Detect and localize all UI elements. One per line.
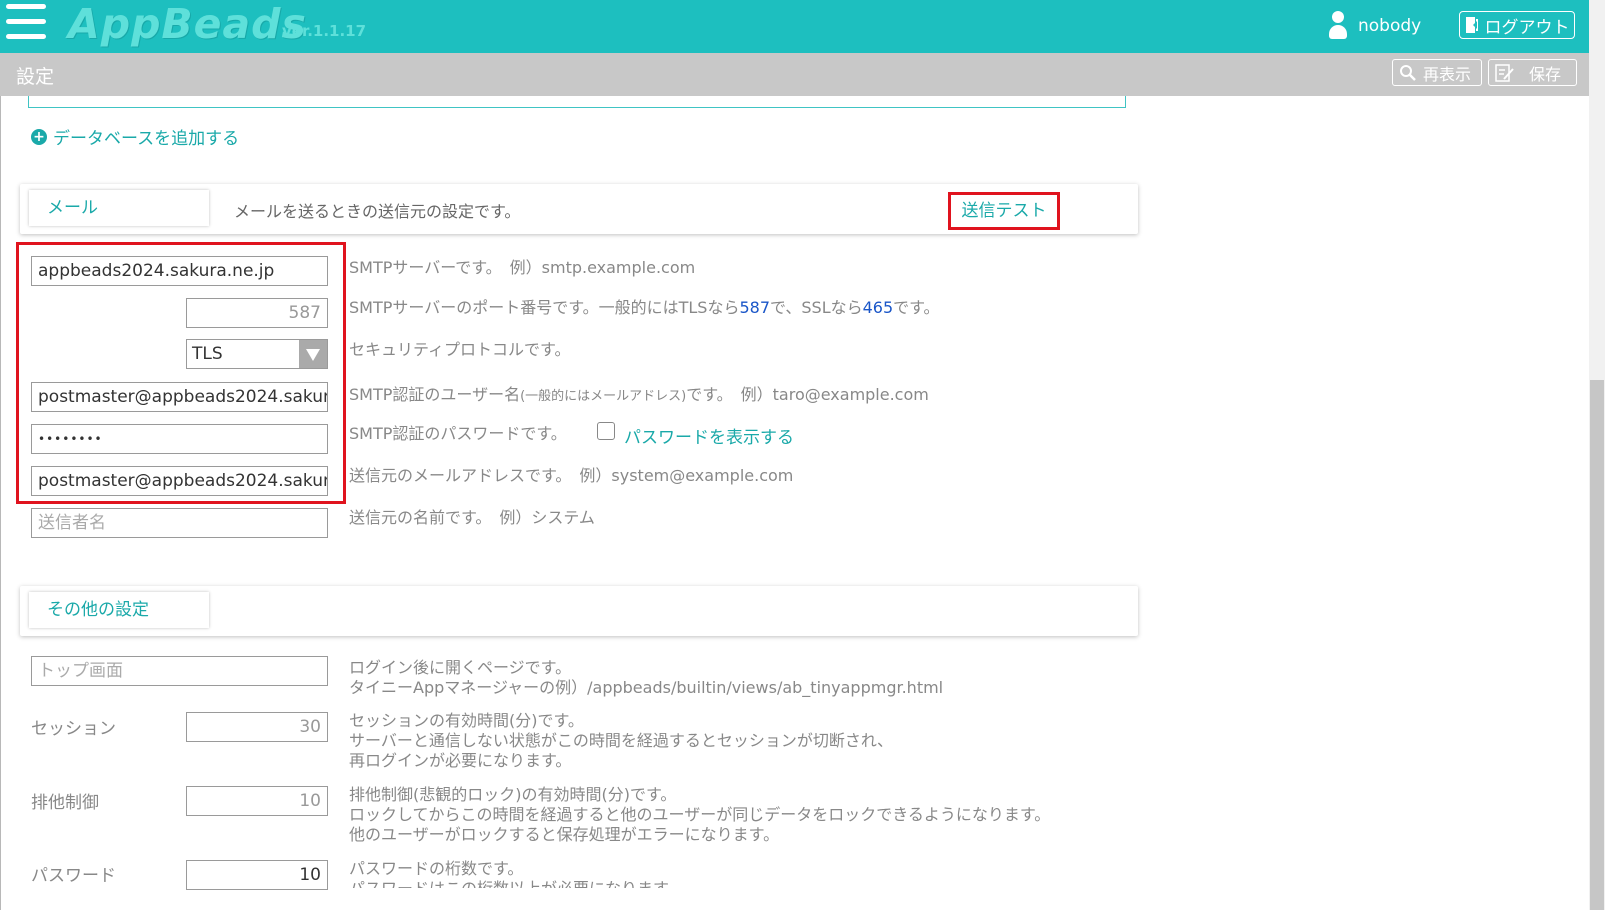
send-test-button[interactable]: 送信テスト [948,192,1060,230]
lock-description-2: ロックしてからこの時間を経過すると他のユーザーが同じデータをロックできるようにな… [349,805,1051,824]
session-description-1: セッションの有効時間(分)です。 [349,711,584,730]
show-password-label[interactable]: パスワードを表示する [624,423,794,448]
lock-input[interactable]: 10 [186,786,328,816]
user-name: nobody [1358,16,1422,36]
protocol-select[interactable]: TLS [186,339,328,369]
other-settings-section-header: その他の設定 [20,586,1138,636]
from-address-input[interactable]: postmaster@appbeads2024.sakura. [31,466,328,496]
database-panel [28,96,1126,108]
password-length-input[interactable]: 10 [186,860,328,890]
session-label: セッション [31,719,116,739]
user-icon [1328,11,1348,41]
hamburger-menu-icon[interactable] [6,4,46,42]
edit-icon [1495,63,1514,82]
from-name-description: 送信元の名前です。 例）システム [349,508,595,527]
password-length-label: パスワード [31,866,116,886]
mail-tab: メール [29,190,209,226]
session-input[interactable]: 30 [186,712,328,742]
app-version: ver.1.1.17 [282,22,367,40]
session-description-3: 再ログインが必要になります。 [349,751,572,770]
add-database-label: データベースを追加する [53,129,240,149]
smtp-server-input[interactable]: appbeads2024.sakura.ne.jp [31,256,328,286]
dropdown-arrow-icon [299,340,327,368]
from-address-description: 送信元のメールアドレスです。 例）system@example.com [349,466,794,485]
add-database-link[interactable]: + データベースを追加する [31,124,239,149]
plus-circle-icon: + [31,128,47,145]
session-description-2: サーバーと通信しない状態がこの時間を経過するとセッションが切断され、 [349,731,894,750]
password-length-description-1: パスワードの桁数です。 [349,859,524,878]
logout-label: ログアウト [1484,17,1570,38]
smtp-port-description: SMTPサーバーのポート番号です。一般的にはTLSなら587で、SSLなら465… [349,298,940,317]
app-logo: AppBeads [68,0,307,48]
show-password-checkbox[interactable] [597,422,615,440]
smtp-user-input[interactable]: postmaster@appbeads2024.sakura. [31,382,328,412]
lock-description-1: 排他制御(悲観的ロック)の有効時間(分)です。 [349,785,677,804]
logout-icon [1465,17,1478,33]
top-page-input[interactable]: トップ画面 [31,656,328,686]
refresh-button[interactable]: 再表示 [1392,59,1482,86]
logout-button[interactable]: ログアウト [1459,11,1575,39]
protocol-description: セキュリティプロトコルです。 [349,340,571,359]
smtp-server-description: SMTPサーバーです。 例）smtp.example.com [349,258,696,277]
top-page-description-2: タイニーAppマネージャーの例）/appbeads/builtin/views/… [349,678,944,697]
save-label: 保存 [1529,64,1562,84]
other-settings-tab: その他の設定 [29,592,209,628]
save-button[interactable]: 保存 [1488,59,1577,86]
protocol-value: TLS [192,344,223,364]
refresh-label: 再表示 [1423,64,1472,84]
current-user: nobody [1328,11,1421,41]
mail-section-header: メール メールを送るときの送信元の設定です。 送信テスト [20,184,1138,234]
smtp-password-input[interactable]: •••••••• [31,424,328,454]
smtp-user-description: SMTP認証のユーザー名(一般的にはメールアドレス)です。 例）taro@exa… [349,385,929,404]
title-bar: 設定 再表示 保存 [0,53,1589,96]
tls-port-number: 587 [739,298,771,317]
ssl-port-number: 465 [862,298,894,317]
password-length-description-2: パスワードはこの桁数以上が必要になります。 [349,879,683,888]
scrollbar-thumb[interactable] [1590,380,1604,910]
lock-label: 排他制御 [31,793,99,813]
top-page-description-1: ログイン後に開くページです。 [349,658,572,677]
smtp-port-input[interactable]: 587 [186,298,328,328]
from-name-input[interactable]: 送信者名 [31,508,328,538]
smtp-password-description: SMTP認証のパスワードです。 [349,424,567,443]
page-title: 設定 [16,66,55,88]
search-icon [1400,64,1416,81]
left-border [0,96,1,910]
top-bar: AppBeads ver.1.1.17 nobody ログアウト [0,0,1589,53]
mail-section-description: メールを送るときの送信元の設定です。 [234,202,521,221]
lock-description-3: 他のユーザーがロックすると保存処理がエラーになります。 [349,825,780,844]
